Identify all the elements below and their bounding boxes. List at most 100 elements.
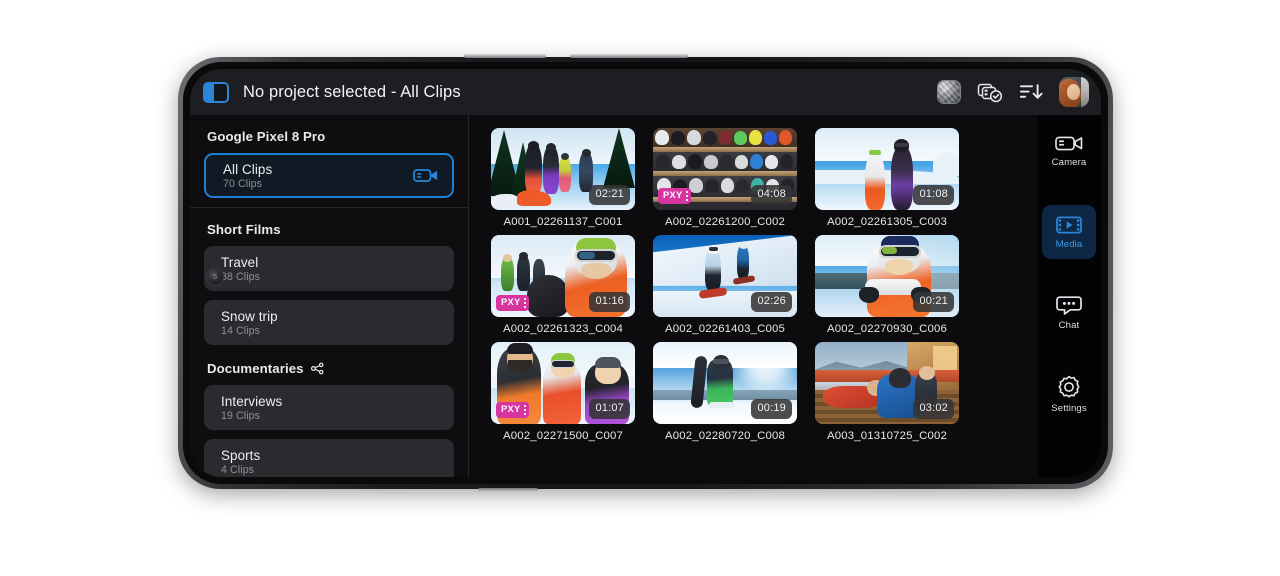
clip-label: A002_02261323_C004 (503, 323, 623, 335)
clip-duration: 00:19 (751, 399, 792, 419)
clip-thumbnail[interactable]: 00:19 (653, 342, 797, 424)
clip-duration: 01:16 (589, 292, 630, 312)
proxy-badge-label: PXY (501, 404, 521, 415)
rail-item-settings[interactable]: Settings (1042, 367, 1096, 421)
sidebar-item-travel[interactable]: Travel 38 Clips (204, 246, 454, 291)
bottom-edge-button[interactable] (478, 488, 538, 492)
chat-bubble-icon (1056, 295, 1082, 316)
sidebar-item-count: 4 Clips (221, 463, 255, 476)
sidebar-item-label: Travel (221, 254, 259, 270)
header-actions (937, 77, 1089, 107)
clip-cell: PXY 01:16 A002_02261323_C004 (491, 235, 635, 335)
sidebar-item-label: Interviews (221, 393, 283, 409)
sidebar-item-label: Snow trip (221, 308, 278, 324)
clip-thumbnail[interactable]: 00:21 (815, 235, 959, 317)
film-sprocket-icon (523, 297, 527, 309)
rail-item-label: Settings (1051, 402, 1087, 414)
rail-item-label: Media (1055, 238, 1083, 250)
proxy-badge-label: PXY (501, 297, 521, 308)
sidebar-toggle-right-pane (214, 83, 227, 101)
preview-thumbnail-button[interactable] (937, 80, 961, 104)
clip-cell: 00:19 A002_02280720_C008 (653, 342, 797, 442)
sidebar-item-snow-trip[interactable]: Snow trip 14 Clips (204, 300, 454, 345)
rail-item-chat[interactable]: Chat (1042, 286, 1096, 340)
power-button[interactable] (570, 54, 688, 58)
sidebar-item-count: 38 Clips (221, 270, 261, 283)
sort-descending-icon[interactable] (1019, 82, 1043, 102)
sidebar-item-all-clips[interactable]: All Clips 70 Clips (204, 153, 454, 198)
clip-cell: 00:21 A002_02270930_C006 (815, 235, 959, 335)
clip-label: A001_02261137_C001 (503, 216, 623, 228)
clip-label: A002_02261305_C003 (827, 216, 947, 228)
proxy-badge: PXY (496, 295, 530, 311)
app-body: Google Pixel 8 Pro All Clips 70 Clips Sh… (190, 115, 1101, 477)
clip-thumbnail[interactable]: 02:21 (491, 128, 635, 210)
share-nodes-icon[interactable] (310, 362, 324, 375)
sidebar-section-title-documentaries: Documentaries (204, 354, 454, 385)
sidebar-item-count: 70 Clips (223, 177, 263, 190)
clip-label: A003_01310725_C002 (827, 430, 947, 442)
front-camera-icon: 5 (206, 268, 224, 286)
rail-item-media[interactable]: Media (1042, 205, 1096, 259)
sidebar-panel-icon[interactable] (203, 81, 229, 103)
proxy-badge-label: PXY (663, 190, 683, 201)
sidebar: Google Pixel 8 Pro All Clips 70 Clips Sh… (190, 115, 469, 477)
clip-duration: 01:07 (589, 399, 630, 419)
sidebar-item-label: All Clips (223, 161, 273, 177)
clip-cell: PXY 04:08 A002_02261200_C002 (653, 128, 797, 228)
phone-bezel: No project selected - All Clips Google P… (183, 62, 1108, 484)
clip-duration: 00:21 (913, 292, 954, 312)
film-sprocket-icon (523, 404, 527, 416)
clip-thumbnail[interactable]: PXY 04:08 (653, 128, 797, 210)
proxy-badge: PXY (496, 402, 530, 418)
clips-area: 02:21 A001_02261137_C001 PXY 04:08 A002_… (469, 115, 1037, 477)
clip-cell: 02:26 A002_02261403_C005 (653, 235, 797, 335)
phone-screen: No project selected - All Clips Google P… (190, 69, 1101, 477)
sidebar-item-label: Sports (221, 447, 261, 463)
app-header: No project selected - All Clips (190, 69, 1101, 115)
sidebar-item-sports[interactable]: Sports 4 Clips (204, 439, 454, 477)
clip-thumbnail[interactable]: 03:02 (815, 342, 959, 424)
clip-thumbnail[interactable]: 02:26 (653, 235, 797, 317)
clip-label: A002_02270930_C006 (827, 323, 947, 335)
clips-grid: 02:21 A001_02261137_C001 PXY 04:08 A002_… (491, 128, 1023, 442)
sidebar-section-title-device: Google Pixel 8 Pro (207, 129, 326, 144)
video-camera-icon (413, 167, 439, 184)
film-play-icon (1056, 215, 1082, 235)
nav-rail: Camera Media Chat Settings (1037, 115, 1101, 477)
video-camera-icon (1055, 134, 1083, 153)
rail-item-label: Camera (1051, 157, 1087, 168)
avatar[interactable] (1059, 77, 1089, 107)
clip-thumbnail[interactable]: PXY 01:16 (491, 235, 635, 317)
clip-duration: 02:26 (751, 292, 792, 312)
clip-duration: 03:02 (913, 399, 954, 419)
sidebar-item-count: 14 Clips (221, 324, 261, 337)
page-title: No project selected - All Clips (243, 82, 461, 101)
clip-duration: 04:08 (751, 185, 792, 205)
clip-label: A002_02261200_C002 (665, 216, 785, 228)
rail-item-label: Chat (1058, 320, 1080, 331)
gear-icon (1057, 375, 1081, 399)
sidebar-section-label: Documentaries (207, 361, 304, 376)
sidebar-toggle-left-pane (205, 83, 214, 101)
clip-cell: PXY 01:07 A002_02271500_C007 (491, 342, 635, 442)
clip-duration: 01:08 (913, 185, 954, 205)
rail-item-camera[interactable]: Camera (1042, 124, 1096, 178)
film-sprocket-icon (685, 190, 689, 202)
sidebar-item-count: 19 Clips (221, 409, 261, 422)
sidebar-section-title-short-films: Short Films (204, 219, 454, 246)
clip-label: A002_02271500_C007 (503, 430, 623, 442)
clip-thumbnail[interactable]: 01:08 (815, 128, 959, 210)
avatar-icon (1059, 77, 1089, 107)
sidebar-item-interviews[interactable]: Interviews 19 Clips (204, 385, 454, 430)
proxy-badge: PXY (658, 188, 692, 204)
clip-cell: 01:08 A002_02261305_C003 (815, 128, 959, 228)
image-thumbnail-icon (937, 80, 961, 104)
volume-button[interactable] (464, 54, 546, 58)
sidebar-section-label: Short Films (207, 222, 281, 237)
clip-thumbnail[interactable]: PXY 01:07 (491, 342, 635, 424)
clip-label: A002_02280720_C008 (665, 430, 785, 442)
sidebar-divider (190, 207, 468, 208)
clips-check-icon[interactable] (977, 81, 1003, 103)
clip-cell: 02:21 A001_02261137_C001 (491, 128, 635, 228)
